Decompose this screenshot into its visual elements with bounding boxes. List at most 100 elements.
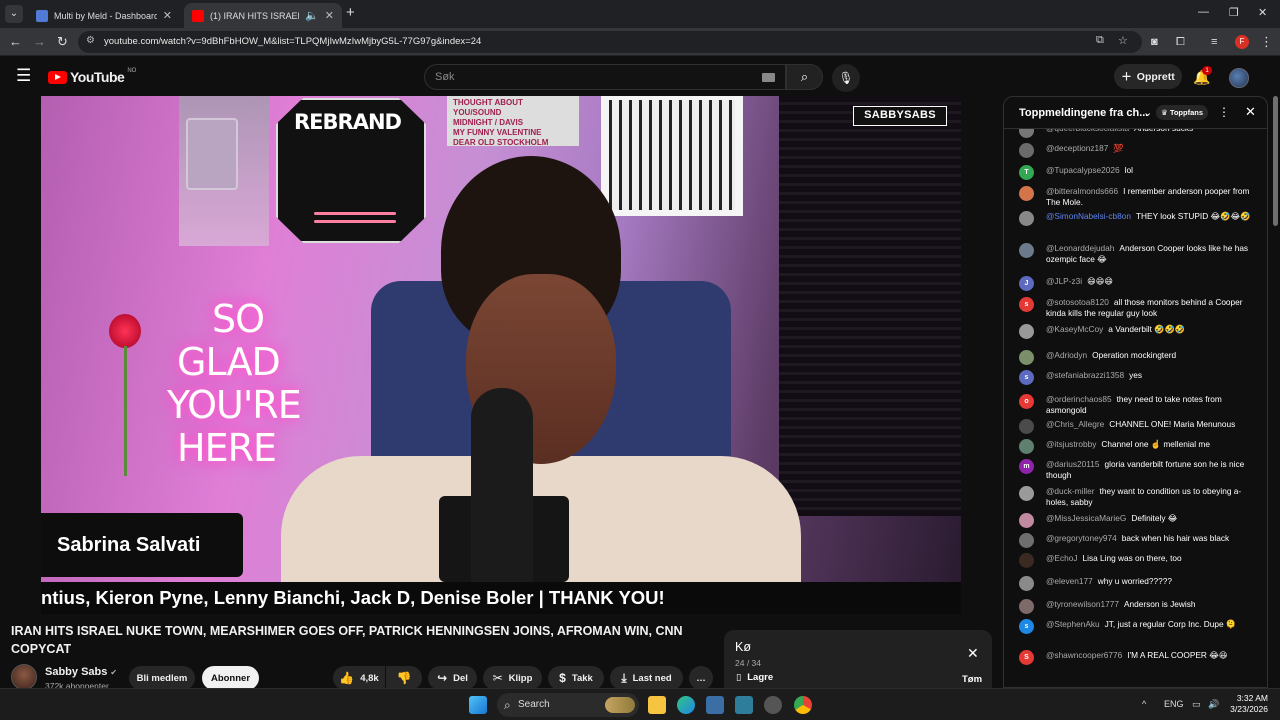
create-button[interactable]: ＋ Opprett (1114, 64, 1182, 89)
network-icon[interactable]: ▭ (1192, 699, 1201, 710)
profile-avatar[interactable]: F (1235, 35, 1249, 49)
share-button[interactable]: ↪ Del (428, 666, 477, 690)
browser-tab-youtube[interactable]: (1) IRAN HITS ISRAEL NUKE 🔈 ✕ (184, 3, 342, 28)
topfans-badge[interactable]: ♛ Toppfans (1156, 105, 1209, 120)
reload-icon[interactable]: ↻ (57, 35, 68, 49)
chevron-down-icon[interactable]: ⌄ (1143, 106, 1152, 119)
join-button[interactable]: Bli medlem (129, 666, 195, 690)
chat-author-avatar[interactable] (1019, 419, 1034, 434)
search-input[interactable] (435, 71, 735, 83)
more-actions-button[interactable]: … (689, 666, 713, 690)
chat-author-avatar[interactable] (1019, 533, 1034, 548)
channel-avatar[interactable] (11, 664, 37, 690)
restore-icon[interactable]: ❐ (1229, 6, 1239, 19)
chrome-menu-icon[interactable]: ⋮ (1260, 35, 1273, 49)
install-app-icon[interactable]: ⧉ (1096, 34, 1104, 47)
chat-author-avatar[interactable]: s (1019, 370, 1034, 385)
chat-author-name[interactable]: @deceptionz187 (1046, 143, 1108, 153)
snipping-tool-icon[interactable] (735, 696, 753, 714)
bookmark-star-icon[interactable]: ☆ (1118, 34, 1128, 47)
minimize-icon[interactable]: — (1198, 6, 1209, 18)
site-info-icon[interactable]: ⚙ (86, 35, 95, 46)
menu-icon[interactable]: ☰ (16, 67, 31, 84)
chat-author-name[interactable]: @bitteralmonds666 (1046, 186, 1118, 196)
chat-author-name[interactable]: @MissJessicaMarieG (1046, 513, 1126, 523)
chat-author-name[interactable]: @JLP-z3i (1046, 276, 1082, 286)
chat-author-name[interactable]: @SimonNabelsi-cb8on (1046, 211, 1131, 221)
chat-more-icon[interactable]: ⋮ (1218, 105, 1230, 119)
chat-author-avatar[interactable]: s (1019, 297, 1034, 312)
chat-author-name[interactable]: @duck-miller (1046, 486, 1095, 496)
chat-author-avatar[interactable] (1019, 186, 1034, 201)
chat-author-name[interactable]: @eleven177 (1046, 576, 1093, 586)
save-queue-button[interactable]: ▯ Lagre (736, 672, 773, 683)
thanks-button[interactable]: $ Takk (548, 666, 604, 690)
chat-author-name[interactable]: @sotosotoa8120 (1046, 297, 1109, 307)
chat-author-avatar[interactable]: S (1019, 650, 1034, 665)
chat-author-avatar[interactable] (1019, 513, 1034, 528)
address-bar[interactable]: ⚙ youtube.com/watch?v=9dBhFbHOW_M&list=T… (78, 31, 1142, 53)
chat-author-avatar[interactable] (1019, 324, 1034, 339)
close-window-icon[interactable]: ✕ (1258, 6, 1267, 19)
chat-author-name[interactable]: @KaseyMcCoy (1046, 324, 1103, 334)
close-chat-icon[interactable]: ✕ (1245, 104, 1256, 120)
media-icon[interactable]: ◙ (1151, 35, 1158, 49)
chat-author-name[interactable]: @shawncooper6776 (1046, 650, 1122, 660)
chat-author-avatar[interactable] (1019, 129, 1034, 138)
chat-author-name[interactable]: @orderinchaos85 (1046, 394, 1112, 404)
chat-author-avatar[interactable]: J (1019, 276, 1034, 291)
chat-author-name[interactable]: @Tupacalypse2026 (1046, 165, 1120, 175)
tab-list-icon[interactable]: ≡ (1211, 35, 1217, 49)
download-button[interactable]: ⤓ Last ned (610, 666, 683, 690)
edge-icon[interactable] (677, 696, 695, 714)
chat-author-avatar[interactable] (1019, 576, 1034, 591)
chat-author-name[interactable]: @queerblacksocialista (1046, 129, 1129, 133)
chat-author-avatar[interactable] (1019, 486, 1034, 501)
clear-queue-button[interactable]: Tøm (962, 674, 982, 685)
back-icon[interactable]: ← (9, 35, 22, 49)
speaker-icon[interactable]: 🔈 (305, 9, 319, 22)
steam-icon[interactable] (764, 696, 782, 714)
chrome-icon[interactable] (794, 696, 812, 714)
search-button[interactable]: ⌕ (786, 64, 823, 90)
chat-author-name[interactable]: @stefaniabrazzi1358 (1046, 370, 1124, 380)
tab-search-icon[interactable]: ⌄ (5, 5, 23, 23)
file-explorer-icon[interactable] (648, 696, 666, 714)
close-tab-icon[interactable]: ✕ (325, 9, 334, 22)
taskbar-clock[interactable]: 3:32 AM 3/23/2026 (1228, 693, 1268, 715)
chat-author-avatar[interactable] (1019, 439, 1034, 454)
chat-author-name[interactable]: @itsjustrobby (1046, 439, 1096, 449)
chat-author-avatar[interactable]: s (1019, 619, 1034, 634)
voice-search-button[interactable]: 🎙 (832, 64, 860, 92)
like-button[interactable]: 👍 4,8k (333, 666, 385, 690)
chat-author-avatar[interactable] (1019, 599, 1034, 614)
chat-author-name[interactable]: @Leonarddejudah (1046, 243, 1114, 253)
video-player[interactable]: REBRAND THOUGHT ABOUT YOU/SOUND MIDNIGHT… (41, 96, 961, 614)
clip-button[interactable]: ✂ Klipp (483, 666, 542, 690)
channel-name-link[interactable]: Sabby Sabs ✔ (45, 666, 117, 678)
chat-author-avatar[interactable] (1019, 350, 1034, 365)
keyboard-icon[interactable] (762, 73, 775, 82)
dislike-button[interactable]: 👎 (386, 666, 422, 690)
close-queue-icon[interactable]: ✕ (967, 645, 979, 662)
chat-author-avatar[interactable] (1019, 143, 1034, 158)
chat-author-name[interactable]: @tyronewilson1777 (1046, 599, 1119, 609)
page-scrollbar[interactable] (1273, 96, 1278, 226)
chat-author-avatar[interactable]: m (1019, 459, 1034, 474)
tray-chevron-icon[interactable]: ^ (1142, 699, 1146, 709)
account-avatar[interactable] (1229, 68, 1249, 88)
browser-tab-meld[interactable]: Multi by Meld - Dashboard. ✕ (28, 3, 180, 28)
chat-author-name[interactable]: @gregorytoney974 (1046, 533, 1117, 543)
new-tab-icon[interactable]: + (346, 4, 355, 21)
volume-icon[interactable]: 🔊 (1208, 699, 1219, 710)
extensions-icon[interactable]: ⧠ (1176, 35, 1185, 49)
windows-start-icon[interactable] (469, 696, 487, 714)
chat-author-name[interactable]: @StephenAku (1046, 619, 1100, 629)
chat-author-avatar[interactable] (1019, 211, 1034, 226)
taskbar-search[interactable]: Search (497, 693, 639, 717)
chat-author-avatar[interactable]: o (1019, 394, 1034, 409)
forward-icon[interactable]: → (33, 35, 46, 49)
close-tab-icon[interactable]: ✕ (163, 9, 172, 22)
chat-author-avatar[interactable] (1019, 553, 1034, 568)
chat-author-name[interactable]: @EchoJ (1046, 553, 1077, 563)
